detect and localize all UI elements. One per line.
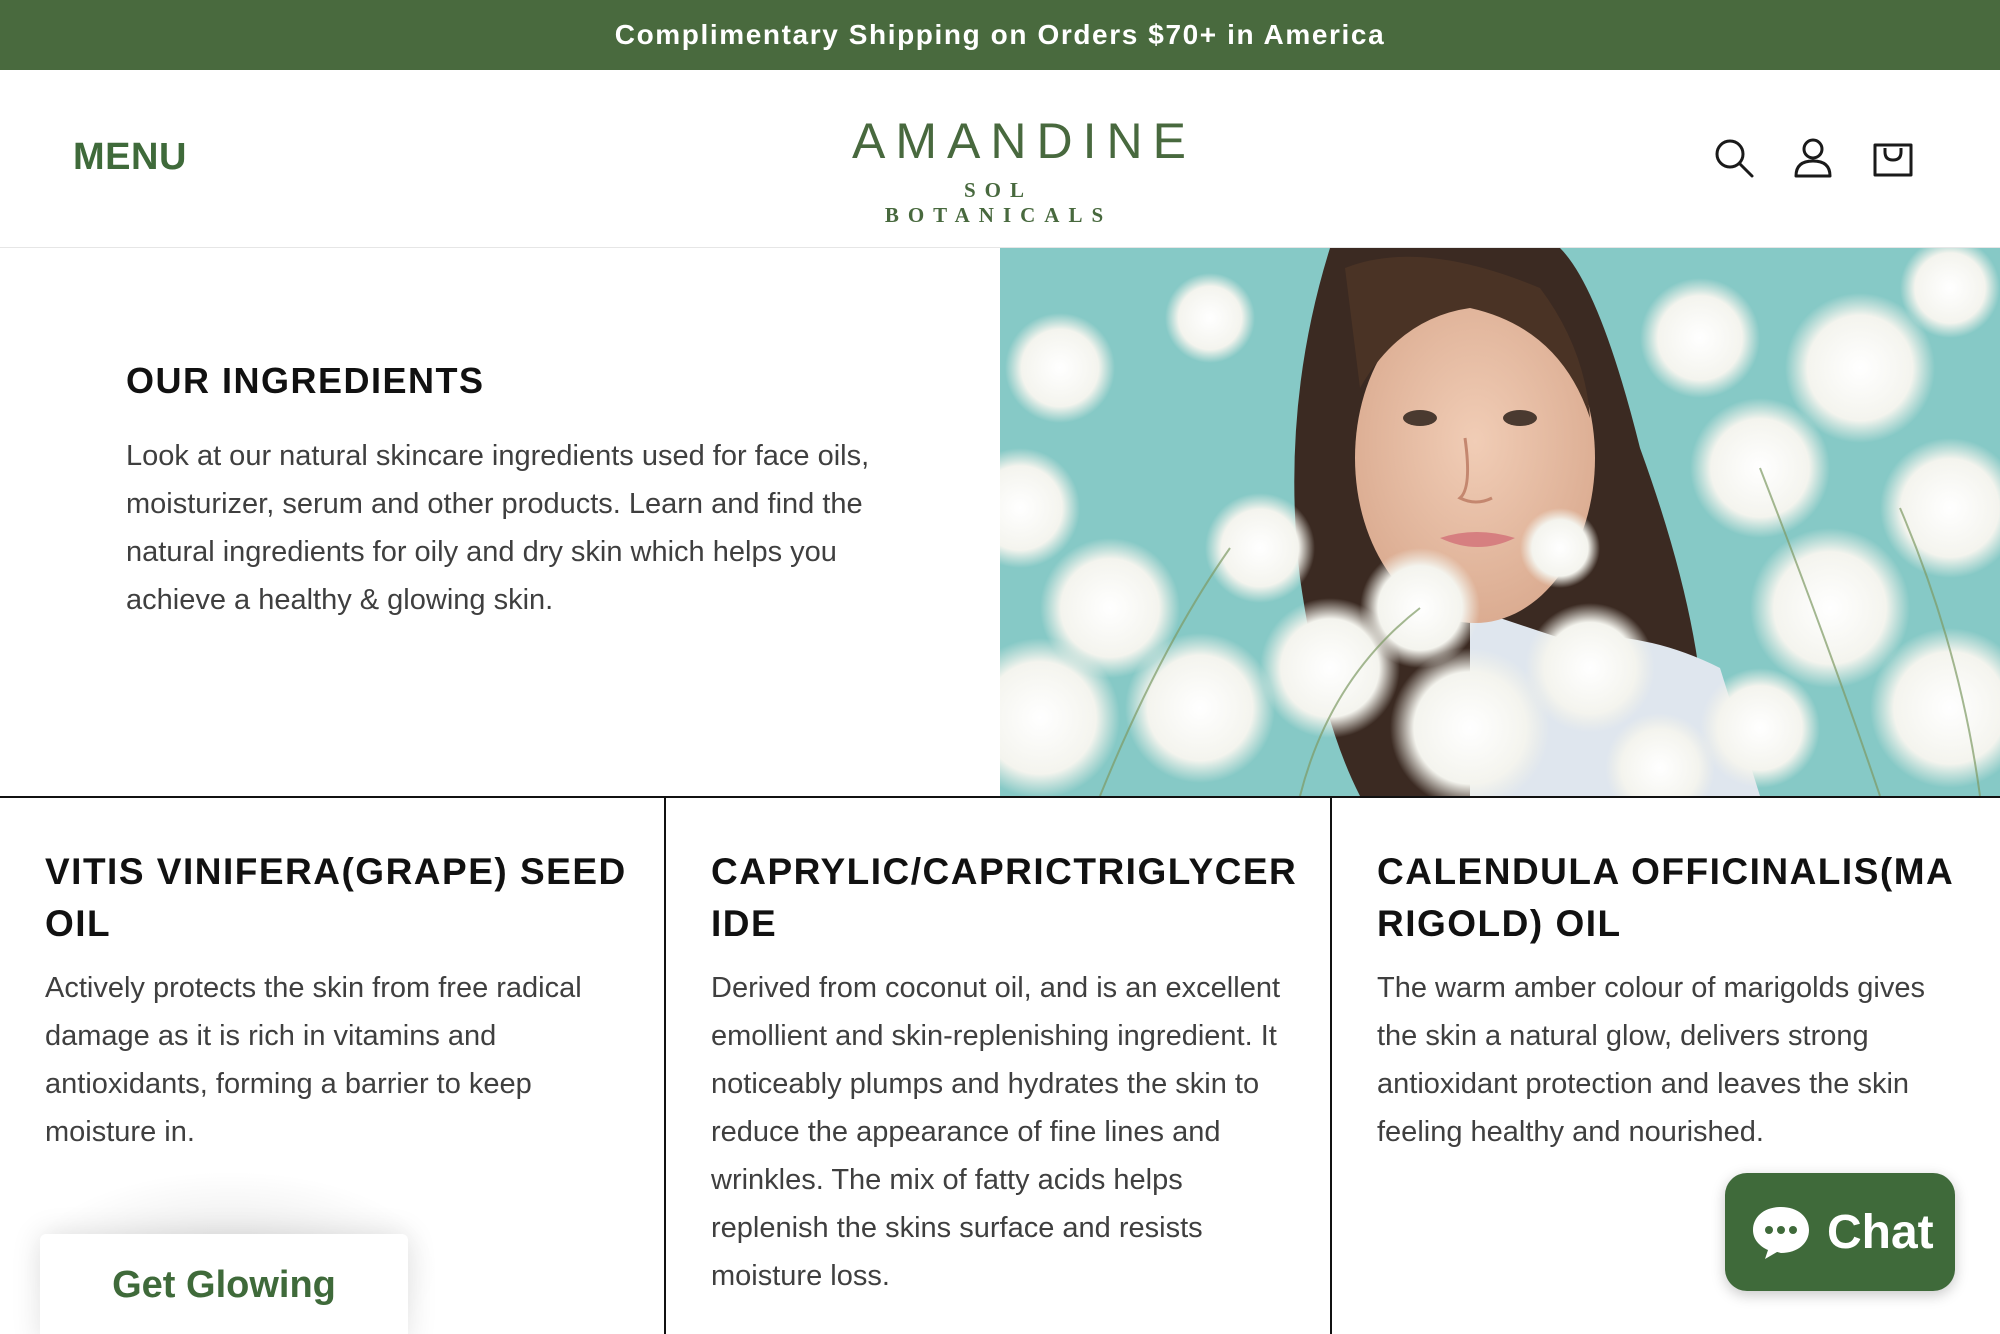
get-glowing-button[interactable]: Get Glowing [40,1234,408,1334]
announcement-text: Complimentary Shipping on Orders $70+ in… [614,19,1386,50]
chat-label: Chat [1827,1205,1934,1259]
logo-tagline: SOL BOTANICALS [884,178,1113,227]
chat-button[interactable]: Chat [1725,1173,1955,1291]
announcement-bar: Complimentary Shipping on Orders $70+ in… [0,0,2000,70]
account-icon[interactable] [1791,136,1835,180]
get-glowing-label: Get Glowing [112,1264,336,1306]
intro-section: OUR INGREDIENTS Look at our natural skin… [0,248,1000,796]
site-header: MENU AMANDINE SOL BOTANICALS [0,70,2000,248]
chat-bubble-icon [1753,1207,1809,1259]
ingredient-name: CALENDULA OFFICINALIS(MARIGOLD) OIL [1377,851,1955,944]
cart-icon[interactable] [1871,136,1915,180]
ingredient-name: CAPRYLIC/CAPRICTRIGLYCERIDE [711,851,1298,944]
ingredient-card: CAPRYLIC/CAPRICTRIGLYCERIDE Derived from… [666,798,1332,1334]
ingredient-description: Derived from coconut oil, and is an exce… [711,972,1281,1292]
ingredient-description: The warm amber colour of marigolds gives… [1377,972,1925,1148]
page-title: OUR INGREDIENTS [126,360,485,401]
ingredient-name: VITIS VINIFERA(GRAPE) SEED OIL [45,851,627,944]
model-with-flowers-photo [1000,248,2000,796]
search-icon[interactable] [1712,136,1756,180]
menu-button[interactable]: MENU [73,136,187,179]
intro-text: Look at our natural skincare ingredients… [126,440,870,616]
hero-image [1000,248,2000,796]
logo-wordmark: AMANDINE [852,113,1196,169]
brand-logo[interactable]: AMANDINE SOL BOTANICALS [842,113,1196,228]
ingredient-description: Actively protects the skin from free rad… [45,972,582,1148]
